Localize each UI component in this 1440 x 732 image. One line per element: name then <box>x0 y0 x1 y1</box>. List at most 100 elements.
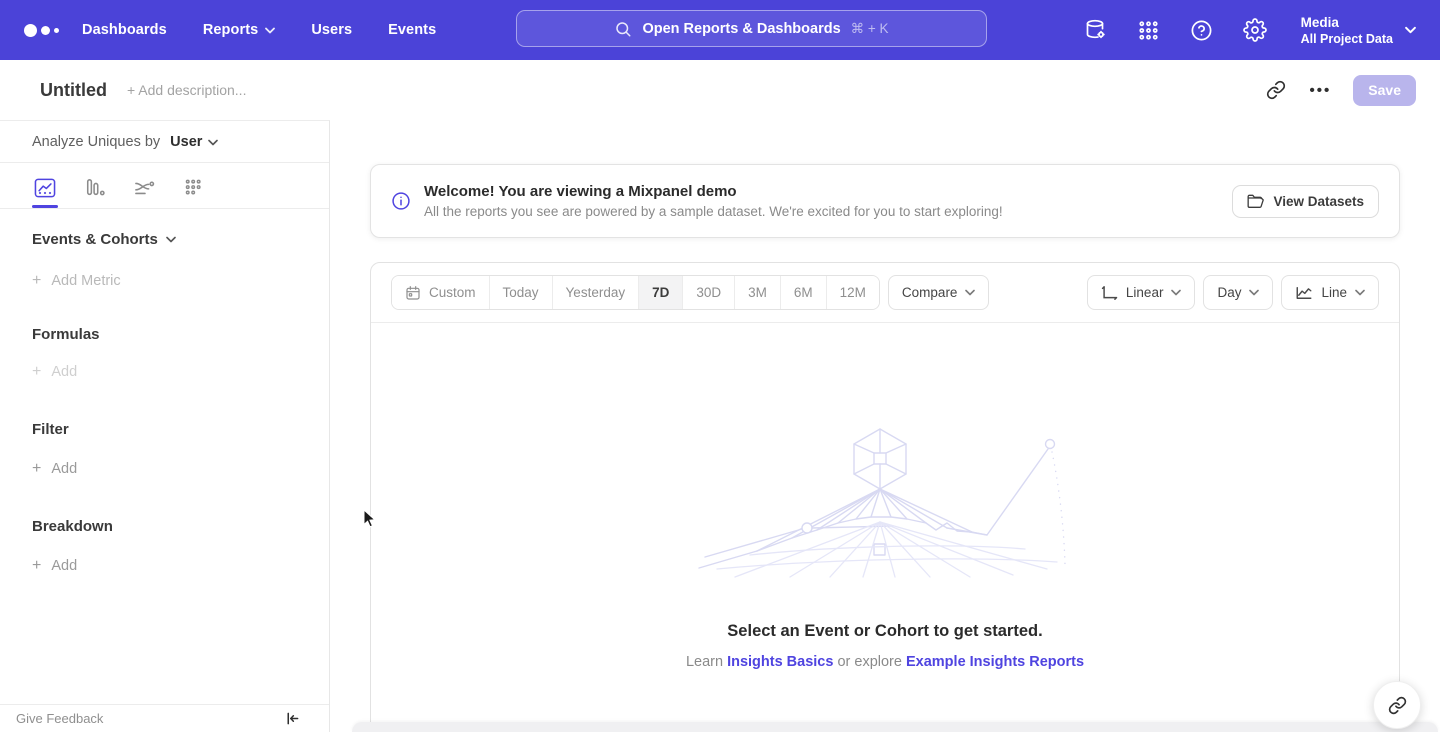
banner-subtitle: All the reports you see are powered by a… <box>424 204 1003 219</box>
add-breakdown-button[interactable]: + Add <box>32 557 329 575</box>
compare-dropdown[interactable]: Compare <box>888 275 990 310</box>
breakdown-header: Breakdown <box>32 518 329 535</box>
link-icon <box>1388 696 1407 715</box>
range-30d[interactable]: 30D <box>682 276 734 309</box>
add-metric-label: Add Metric <box>51 273 120 289</box>
nav-label: Events <box>388 22 436 38</box>
analyze-row: Analyze Uniques by User <box>0 121 329 163</box>
chevron-down-icon <box>208 139 218 146</box>
collapse-sidebar-icon[interactable] <box>284 710 301 727</box>
nav-label: Dashboards <box>82 22 167 38</box>
settings-gear-icon[interactable] <box>1242 17 1268 43</box>
logo-dot <box>54 28 59 33</box>
nav-items: Dashboards Reports Users Events <box>82 22 436 38</box>
add-filter-label: Add <box>51 461 77 477</box>
compare-label: Compare <box>902 285 958 300</box>
range-today[interactable]: Today <box>489 276 552 309</box>
view-datasets-button[interactable]: View Datasets <box>1232 185 1379 218</box>
chart-type-label: Line <box>1321 285 1347 300</box>
range-6m[interactable]: 6M <box>780 276 826 309</box>
axis-icon <box>1101 285 1118 301</box>
range-label: 30D <box>696 285 721 300</box>
tab-underline <box>182 205 208 208</box>
banner-title: Welcome! You are viewing a Mixpanel demo <box>424 183 1003 200</box>
nav-right: Media All Project Data <box>1083 0 1416 60</box>
search-icon <box>614 20 632 38</box>
connector-text: or explore <box>837 654 901 670</box>
project-text: Media All Project Data <box>1301 14 1393 47</box>
range-12m[interactable]: 12M <box>826 276 879 309</box>
example-reports-link[interactable]: Example Insights Reports <box>906 654 1084 670</box>
range-7d[interactable]: 7D <box>638 276 682 309</box>
logo-dot <box>41 26 50 35</box>
learn-text: Learn <box>686 654 723 670</box>
analyze-label: Analyze Uniques by <box>32 134 160 150</box>
info-icon <box>391 191 411 211</box>
insights-basics-link[interactable]: Insights Basics <box>727 654 833 670</box>
range-yesterday[interactable]: Yesterday <box>552 276 639 309</box>
range-3m[interactable]: 3M <box>734 276 780 309</box>
formulas-header: Formulas <box>32 326 329 343</box>
report-header-actions: ••• Save <box>1264 75 1416 106</box>
project-selector[interactable]: Media All Project Data <box>1301 14 1416 47</box>
help-icon[interactable] <box>1189 17 1215 43</box>
query-sidebar: Analyze Uniques by User <box>0 120 330 732</box>
nav-dashboards[interactable]: Dashboards <box>82 22 167 38</box>
mixpanel-insights-app: Dashboards Reports Users Events Open Rep… <box>0 0 1440 732</box>
data-management-icon[interactable] <box>1083 17 1109 43</box>
save-button[interactable]: Save <box>1353 75 1416 106</box>
chevron-down-icon <box>265 27 275 34</box>
line-chart-icon <box>1295 285 1313 301</box>
tab-flows[interactable] <box>132 178 158 208</box>
range-label: Yesterday <box>566 285 626 300</box>
events-cohorts-label: Events & Cohorts <box>32 231 158 248</box>
bottom-panel-edge[interactable] <box>352 722 1438 732</box>
breakdown-label: Breakdown <box>32 518 113 535</box>
range-label: Custom <box>429 285 476 300</box>
folder-icon <box>1247 194 1264 209</box>
filter-label: Filter <box>32 421 69 438</box>
global-search-input[interactable]: Open Reports & Dashboards ⌘ + K <box>516 10 987 47</box>
events-cohorts-header[interactable]: Events & Cohorts <box>32 231 329 248</box>
tab-distribution[interactable] <box>182 178 208 208</box>
add-formula-button[interactable]: + Add <box>32 363 329 381</box>
range-label: 3M <box>748 285 767 300</box>
copy-link-icon[interactable] <box>1264 78 1288 102</box>
add-breakdown-label: Add <box>51 558 77 574</box>
welcome-banner: Welcome! You are viewing a Mixpanel demo… <box>370 164 1400 238</box>
chart-type-dropdown[interactable]: Line <box>1281 275 1379 310</box>
report-card: Custom Today Yesterday 7D 30D 3M 6M 12M … <box>370 262 1400 732</box>
mixpanel-logo-icon[interactable] <box>24 24 72 37</box>
analyze-value-dropdown[interactable]: User <box>170 134 218 150</box>
tab-bar-chart[interactable] <box>82 178 108 208</box>
report-title[interactable]: Untitled <box>40 80 107 101</box>
add-description-field[interactable]: + Add description... <box>127 82 246 98</box>
add-filter-button[interactable]: + Add <box>32 460 329 478</box>
range-label: 6M <box>794 285 813 300</box>
toolbar-right: Linear Day Line <box>1087 275 1379 310</box>
nav-events[interactable]: Events <box>388 22 436 38</box>
interval-dropdown[interactable]: Day <box>1203 275 1273 310</box>
nav-reports[interactable]: Reports <box>203 22 276 38</box>
apps-grid-icon[interactable] <box>1136 17 1162 43</box>
scale-dropdown[interactable]: Linear <box>1087 275 1196 310</box>
share-link-fab[interactable] <box>1373 681 1421 729</box>
range-custom[interactable]: Custom <box>392 276 489 309</box>
empty-state-links: Learn Insights Basics or explore Example… <box>371 654 1399 670</box>
chart-type-tabs <box>0 163 329 209</box>
tab-underline <box>132 205 158 208</box>
empty-state-illustration <box>695 427 1075 579</box>
formulas-label: Formulas <box>32 326 100 343</box>
tab-line-chart[interactable] <box>32 178 58 208</box>
nav-users[interactable]: Users <box>311 22 352 38</box>
empty-state-title: Select an Event or Cohort to get started… <box>371 622 1399 641</box>
chevron-down-icon <box>1171 289 1181 296</box>
filter-header: Filter <box>32 421 329 438</box>
give-feedback-link[interactable]: Give Feedback <box>16 711 103 726</box>
nav-label: Users <box>311 22 352 38</box>
more-options-icon[interactable]: ••• <box>1310 82 1332 99</box>
empty-state: Select an Event or Cohort to get started… <box>371 427 1399 670</box>
project-scope: All Project Data <box>1301 31 1393 47</box>
add-metric-button[interactable]: + Add Metric <box>32 272 329 290</box>
plus-icon: + <box>32 460 41 478</box>
